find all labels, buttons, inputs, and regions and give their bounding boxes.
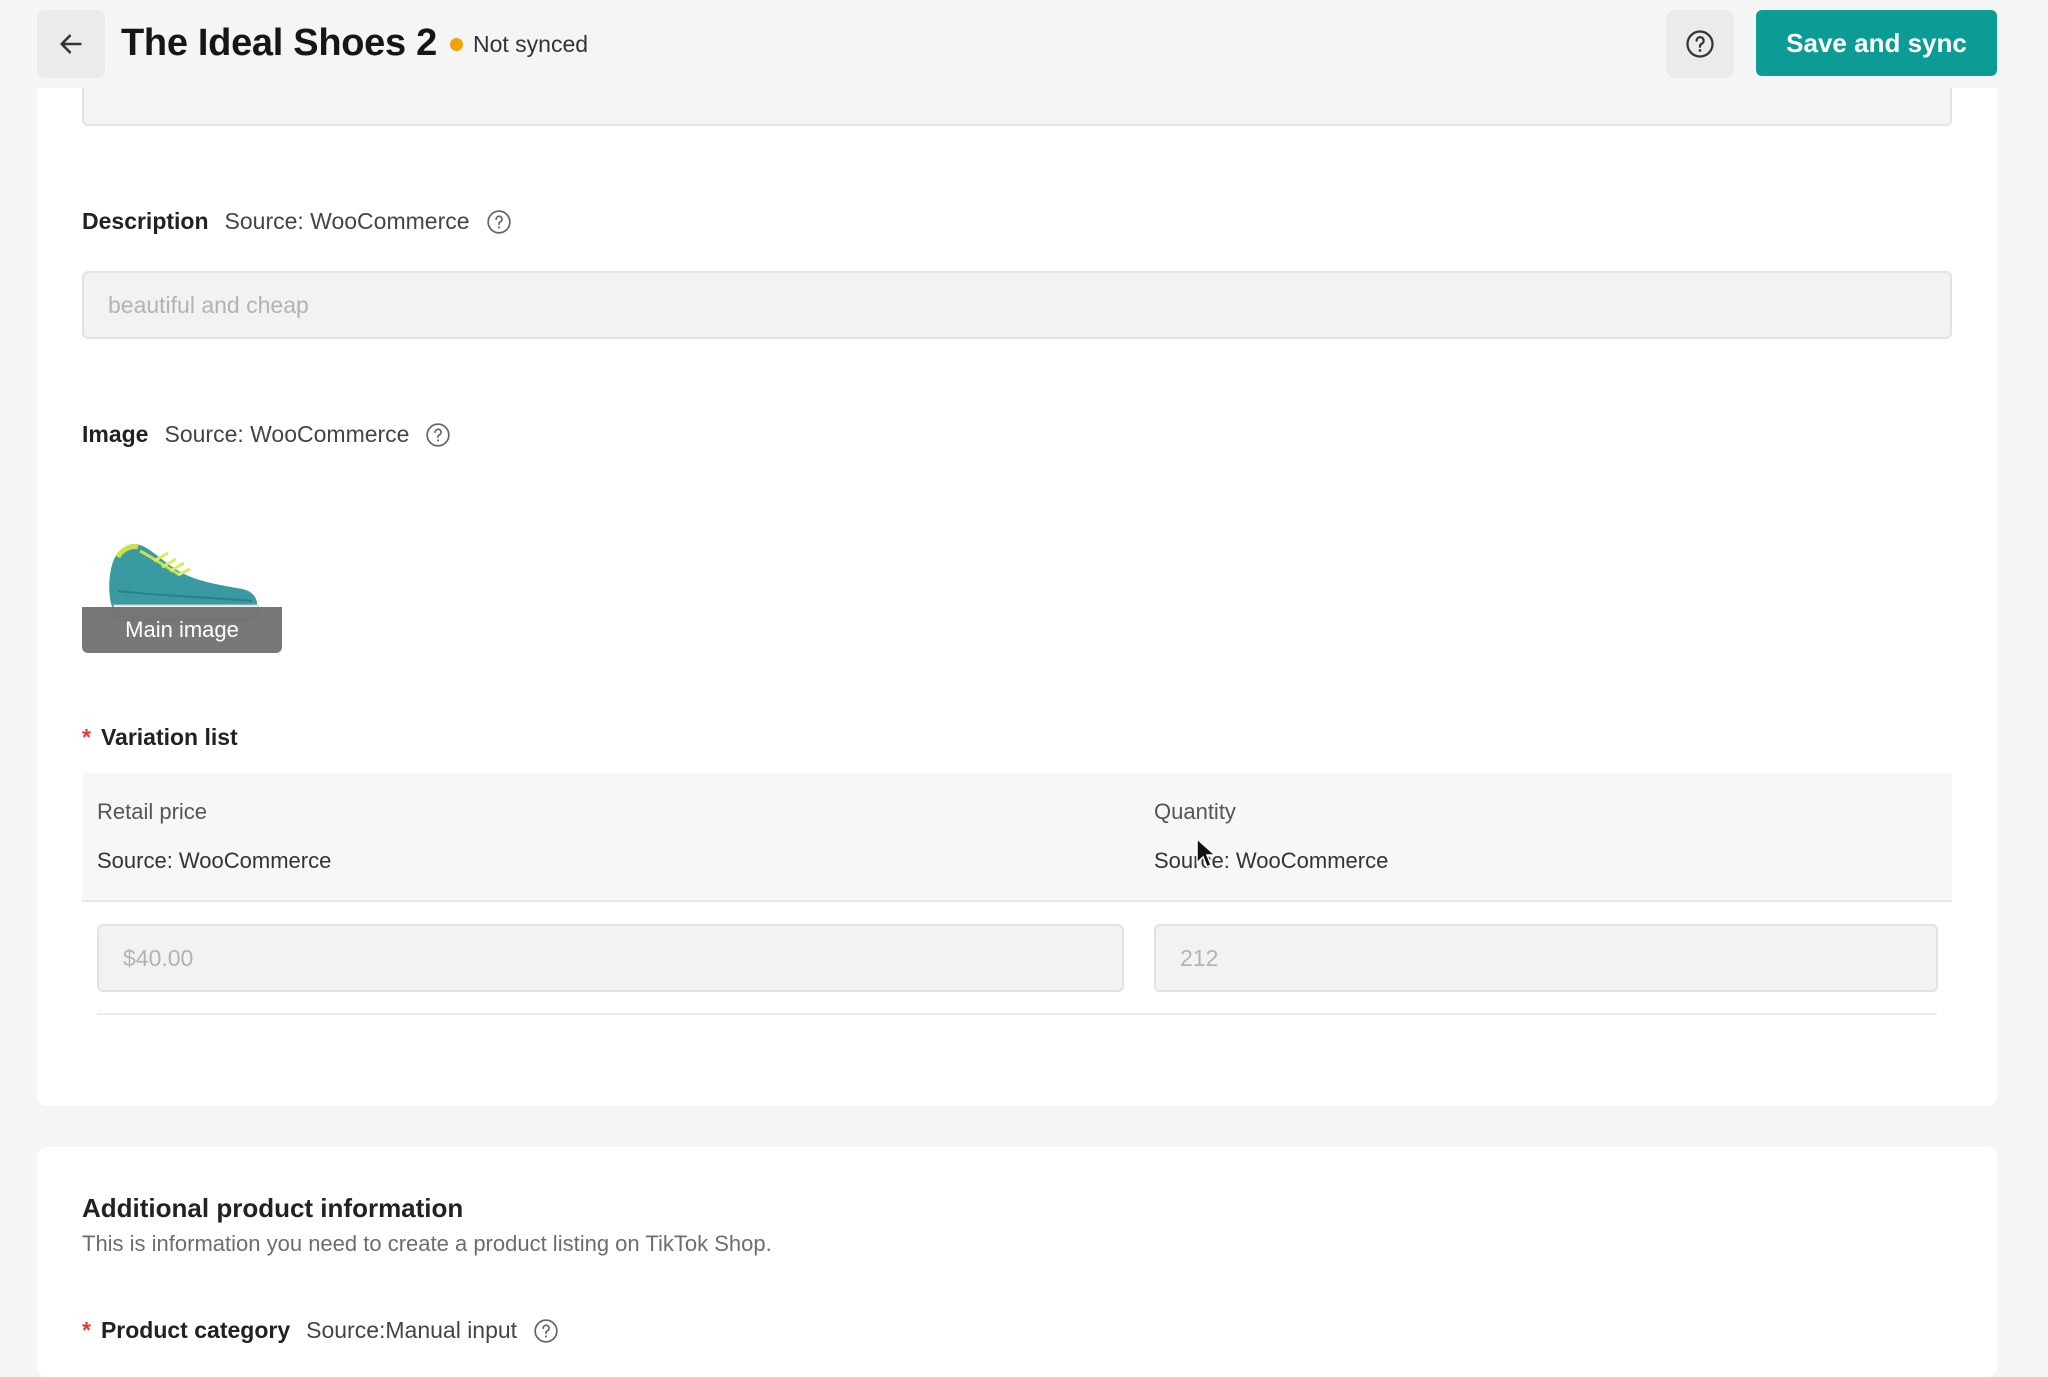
- column-source-retail-price: Source: WooCommerce: [97, 848, 332, 873]
- back-button[interactable]: [37, 10, 105, 78]
- image-label-row: Image Source: WooCommerce: [82, 421, 451, 448]
- quantity-input[interactable]: 212: [1154, 924, 1938, 992]
- mouse-cursor-icon: [1196, 837, 1217, 869]
- main-image-thumbnail[interactable]: Main image: [82, 505, 282, 653]
- image-source: Source: WooCommerce: [164, 421, 410, 447]
- question-circle-icon[interactable]: [533, 1318, 559, 1344]
- product-category-label: Product category: [100, 1317, 291, 1343]
- save-and-sync-button[interactable]: Save and sync: [1756, 10, 1997, 76]
- description-label: Description: [82, 208, 209, 234]
- description-input[interactable]: beautiful and cheap: [82, 271, 1952, 339]
- additional-info-title: Additional product information: [82, 1193, 464, 1223]
- column-title-retail-price: Retail price: [97, 799, 208, 824]
- arrow-left-icon: [60, 34, 82, 54]
- description-source: Source: WooCommerce: [224, 208, 470, 234]
- row-divider: [97, 1013, 1937, 1015]
- sync-status: Not synced: [450, 30, 588, 58]
- variation-table-header: Retail price Source: WooCommerce Quantit…: [82, 773, 1952, 902]
- image-label: Image: [82, 421, 149, 447]
- status-dot: [450, 37, 463, 51]
- product-category-source: Source:Manual input: [306, 1317, 518, 1343]
- column-title-quantity: Quantity: [1154, 799, 1236, 824]
- required-asterisk: *: [82, 724, 91, 750]
- variation-label-row: * Variation list: [82, 724, 238, 751]
- question-circle-icon[interactable]: [486, 209, 512, 235]
- title-input[interactable]: [82, 88, 1952, 126]
- additional-info-subtitle: This is information you need to create a…: [82, 1231, 772, 1256]
- page-title: The Ideal Shoes 2: [121, 22, 437, 64]
- help-button[interactable]: [1666, 10, 1734, 78]
- sync-status-text: Not synced: [473, 30, 589, 57]
- column-source-quantity: Source: WooCommerce: [1154, 848, 1389, 873]
- question-circle-icon[interactable]: [425, 422, 451, 448]
- variation-label: Variation list: [100, 724, 238, 750]
- main-image-caption: Main image: [82, 607, 282, 653]
- question-circle-icon: [1686, 30, 1714, 58]
- description-label-row: Description Source: WooCommerce: [82, 208, 512, 235]
- retail-price-input[interactable]: $40.00: [97, 924, 1124, 992]
- top-bar: The Ideal Shoes 2 Not synced Save and sy…: [0, 0, 2048, 88]
- product-category-label-row: * Product category Source:Manual input: [82, 1317, 559, 1344]
- required-asterisk: *: [82, 1317, 91, 1343]
